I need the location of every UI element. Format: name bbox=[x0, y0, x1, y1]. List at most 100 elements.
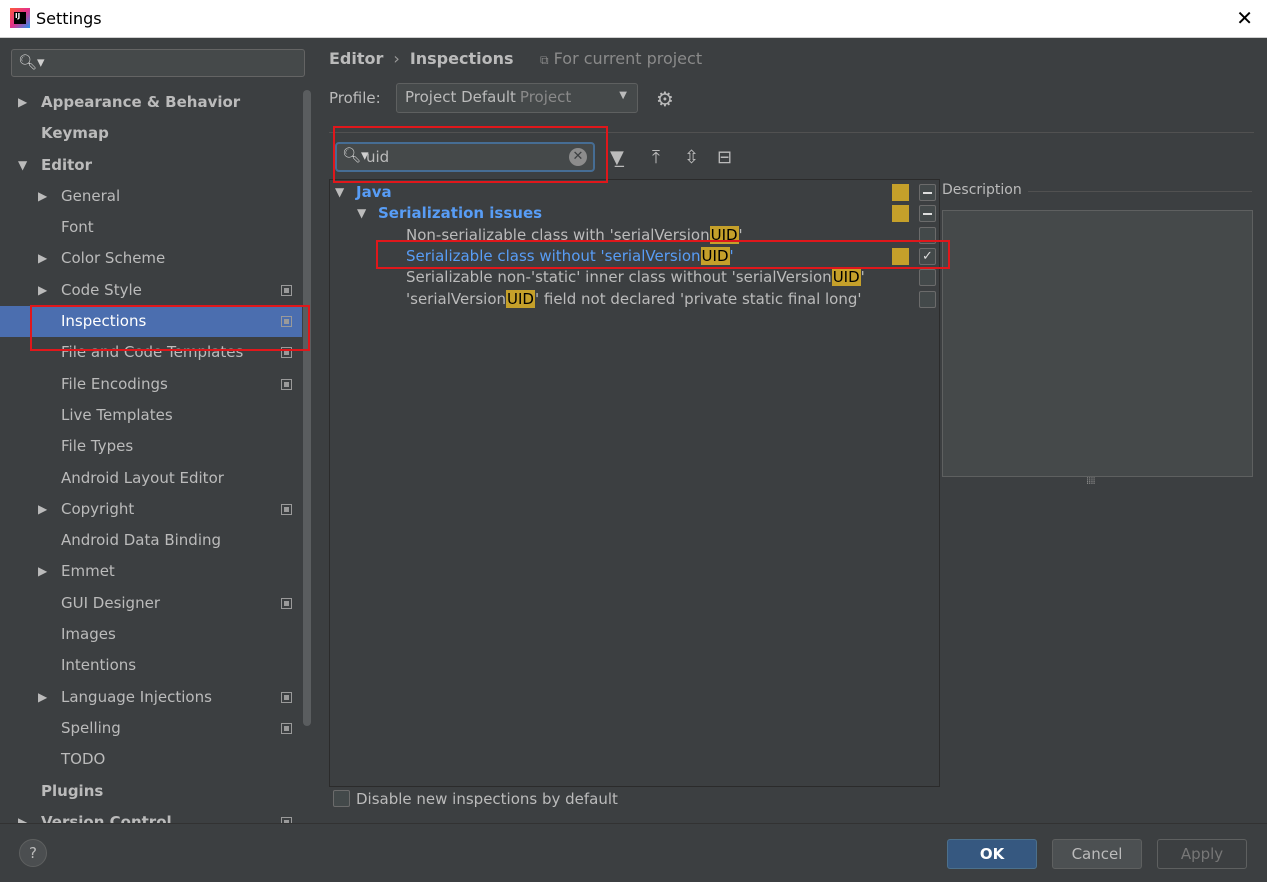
sidebar-item-label: Images bbox=[61, 625, 116, 644]
chevron-right-icon[interactable]: ▶ bbox=[38, 275, 47, 306]
sidebar-item-copyright[interactable]: ▶ Copyright bbox=[0, 494, 302, 525]
sidebar-item-appearance-behavior[interactable]: ▶ Appearance & Behavior bbox=[0, 87, 302, 118]
sidebar-item-general[interactable]: ▶ General bbox=[0, 181, 302, 212]
breadcrumb-editor[interactable]: Editor bbox=[329, 49, 383, 68]
search-match-highlight: UID bbox=[709, 225, 739, 244]
chevron-down-icon: ▼ bbox=[619, 90, 627, 101]
inspection-label: Java bbox=[356, 183, 392, 201]
search-match-highlight: UID bbox=[506, 289, 535, 308]
reset-icon[interactable]: ⊟ bbox=[717, 147, 732, 168]
close-icon[interactable]: ✕ bbox=[1236, 6, 1253, 30]
sidebar-item-live-templates[interactable]: Live Templates bbox=[0, 400, 302, 431]
chevron-down-icon[interactable]: ▼ bbox=[357, 203, 366, 224]
sidebar-item-label: Android Data Binding bbox=[61, 531, 222, 550]
breadcrumb-inspections: Inspections bbox=[409, 49, 514, 68]
sidebar-item-version-control[interactable]: ▶ Version Control bbox=[0, 807, 302, 823]
filter-icon[interactable]: ▼̲ bbox=[610, 147, 624, 168]
sidebar-item-images[interactable]: Images bbox=[0, 619, 302, 650]
breadcrumb-separator: › bbox=[393, 49, 400, 68]
sidebar-item-label: Live Templates bbox=[61, 405, 173, 424]
sidebar-item-inspections[interactable]: Inspections bbox=[0, 306, 302, 338]
inspection-enabled-checkbox[interactable] bbox=[919, 290, 936, 308]
sidebar-item-label: Color Scheme bbox=[61, 249, 166, 268]
profile-scope: Project bbox=[519, 88, 572, 106]
inspection-row[interactable]: 'serialVersionUID' field not declared 'p… bbox=[330, 289, 939, 310]
inspection-enabled-checkbox[interactable] bbox=[919, 226, 936, 244]
project-scope-icon bbox=[281, 503, 292, 515]
resize-grip-icon[interactable]: ⁞⁞⁞⁞ bbox=[1086, 476, 1096, 487]
sidebar-item-label: Android Layout Editor bbox=[61, 468, 224, 487]
search-match-highlight: UID bbox=[700, 246, 730, 265]
settings-search-input[interactable]: 🔍︎▾ bbox=[11, 49, 305, 77]
sidebar-item-file-and-code-templates[interactable]: File and Code Templates bbox=[0, 337, 302, 368]
gear-icon[interactable]: ⚙ bbox=[656, 87, 674, 111]
inspection-label-text: ' bbox=[738, 225, 743, 244]
sidebar-item-emmet[interactable]: ▶ Emmet bbox=[0, 556, 302, 587]
sidebar-item-gui-designer[interactable]: GUI Designer bbox=[0, 588, 302, 619]
chevron-right-icon[interactable]: ▶ bbox=[38, 682, 47, 713]
sidebar-item-android-data-binding[interactable]: Android Data Binding bbox=[0, 525, 302, 556]
chevron-right-icon[interactable]: ▶ bbox=[38, 181, 47, 212]
sidebar-item-file-types[interactable]: File Types bbox=[0, 431, 302, 462]
sidebar-item-intentions[interactable]: Intentions bbox=[0, 650, 302, 681]
profile-dropdown[interactable]: Project Default Project ▼ bbox=[396, 83, 638, 113]
inspection-label: Serialization issues bbox=[378, 204, 543, 223]
ok-button[interactable]: OK bbox=[947, 839, 1037, 869]
inspection-enabled-checkbox[interactable] bbox=[919, 184, 936, 201]
inspection-row[interactable]: Serializable class without 'serialVersio… bbox=[330, 246, 939, 267]
severity-warning-icon bbox=[892, 205, 909, 223]
sidebar-item-code-style[interactable]: ▶ Code Style bbox=[0, 275, 302, 306]
cancel-button[interactable]: Cancel bbox=[1052, 839, 1142, 869]
collapse-all-icon[interactable]: ⇳ bbox=[684, 147, 699, 168]
inspection-label-text: ' bbox=[729, 246, 734, 265]
sidebar-scrollbar[interactable] bbox=[303, 90, 311, 726]
sidebar-item-label: Plugins bbox=[41, 781, 104, 800]
sidebar-item-color-scheme[interactable]: ▶ Color Scheme bbox=[0, 243, 302, 274]
inspection-row[interactable]: Serializable non-'static' inner class wi… bbox=[330, 267, 939, 288]
inspection-search-input[interactable]: 🔍︎▾ uid ✕ bbox=[335, 142, 595, 172]
chevron-right-icon[interactable]: ▶ bbox=[38, 243, 47, 274]
chevron-right-icon[interactable]: ▶ bbox=[18, 807, 27, 823]
for-current-project-label: For current project bbox=[553, 49, 703, 68]
expand-all-icon[interactable]: ⤒ bbox=[652, 147, 660, 168]
inspection-group-row[interactable]: ▼ Serialization issues bbox=[330, 203, 939, 224]
inspection-label: Serializable class without 'serialVersio… bbox=[406, 246, 734, 267]
sidebar-item-editor[interactable]: ▼ Editor bbox=[0, 150, 302, 181]
sidebar-item-todo[interactable]: TODO bbox=[0, 744, 302, 775]
sidebar-item-font[interactable]: Font bbox=[0, 212, 302, 243]
chevron-right-icon[interactable]: ▶ bbox=[38, 494, 47, 525]
inspection-enabled-checkbox[interactable] bbox=[919, 205, 936, 223]
clear-search-icon[interactable]: ✕ bbox=[569, 148, 587, 166]
settings-tree: ▶ Appearance & Behavior Keymap ▼ Editor ▶ Gene… bbox=[0, 87, 302, 823]
title-bar: IJ Settings ✕ bbox=[0, 0, 1267, 38]
dialog-footer: ? OK Cancel Apply bbox=[0, 823, 1267, 882]
sidebar-item-file-encodings[interactable]: File Encodings bbox=[0, 369, 302, 400]
sidebar-item-language-injections[interactable]: ▶ Language Injections bbox=[0, 682, 302, 713]
sidebar-item-label: Code Style bbox=[61, 280, 142, 299]
inspection-enabled-checkbox[interactable] bbox=[919, 269, 936, 287]
sidebar-item-label: Font bbox=[61, 218, 94, 237]
chevron-down-icon[interactable]: ▼ bbox=[18, 150, 27, 181]
project-scope-icon bbox=[281, 691, 292, 703]
chevron-down-icon[interactable]: ▼ bbox=[335, 182, 344, 203]
inspection-row[interactable]: Non-serializable class with 'serialVersi… bbox=[330, 225, 939, 246]
sidebar-item-label: Intentions bbox=[61, 656, 137, 675]
sidebar-item-label: TODO bbox=[61, 750, 106, 769]
help-button[interactable]: ? bbox=[19, 839, 47, 867]
sidebar-item-plugins[interactable]: Plugins bbox=[0, 776, 302, 807]
sidebar-item-keymap[interactable]: Keymap bbox=[0, 118, 302, 149]
inspection-enabled-checkbox[interactable]: ✓ bbox=[919, 247, 936, 265]
apply-button[interactable]: Apply bbox=[1157, 839, 1247, 869]
sidebar-item-spelling[interactable]: Spelling bbox=[0, 713, 302, 744]
chevron-right-icon[interactable]: ▶ bbox=[18, 87, 27, 118]
sidebar-item-android-layout-editor[interactable]: Android Layout Editor bbox=[0, 463, 302, 494]
chevron-right-icon[interactable]: ▶ bbox=[38, 556, 47, 587]
sidebar-item-label: Appearance & Behavior bbox=[41, 93, 241, 111]
project-scope-icon bbox=[281, 722, 292, 734]
inspection-label-text: Non-serializable class with 'serialVersi… bbox=[406, 225, 710, 244]
inspection-group-row[interactable]: ▼ Java bbox=[330, 182, 939, 203]
disable-new-inspections-checkbox[interactable]: Disable new inspections by default bbox=[333, 790, 618, 808]
sidebar-item-label: General bbox=[61, 186, 121, 205]
breadcrumb: Editor › Inspections bbox=[329, 49, 514, 68]
for-current-project: ⧉ For current project bbox=[540, 49, 702, 68]
